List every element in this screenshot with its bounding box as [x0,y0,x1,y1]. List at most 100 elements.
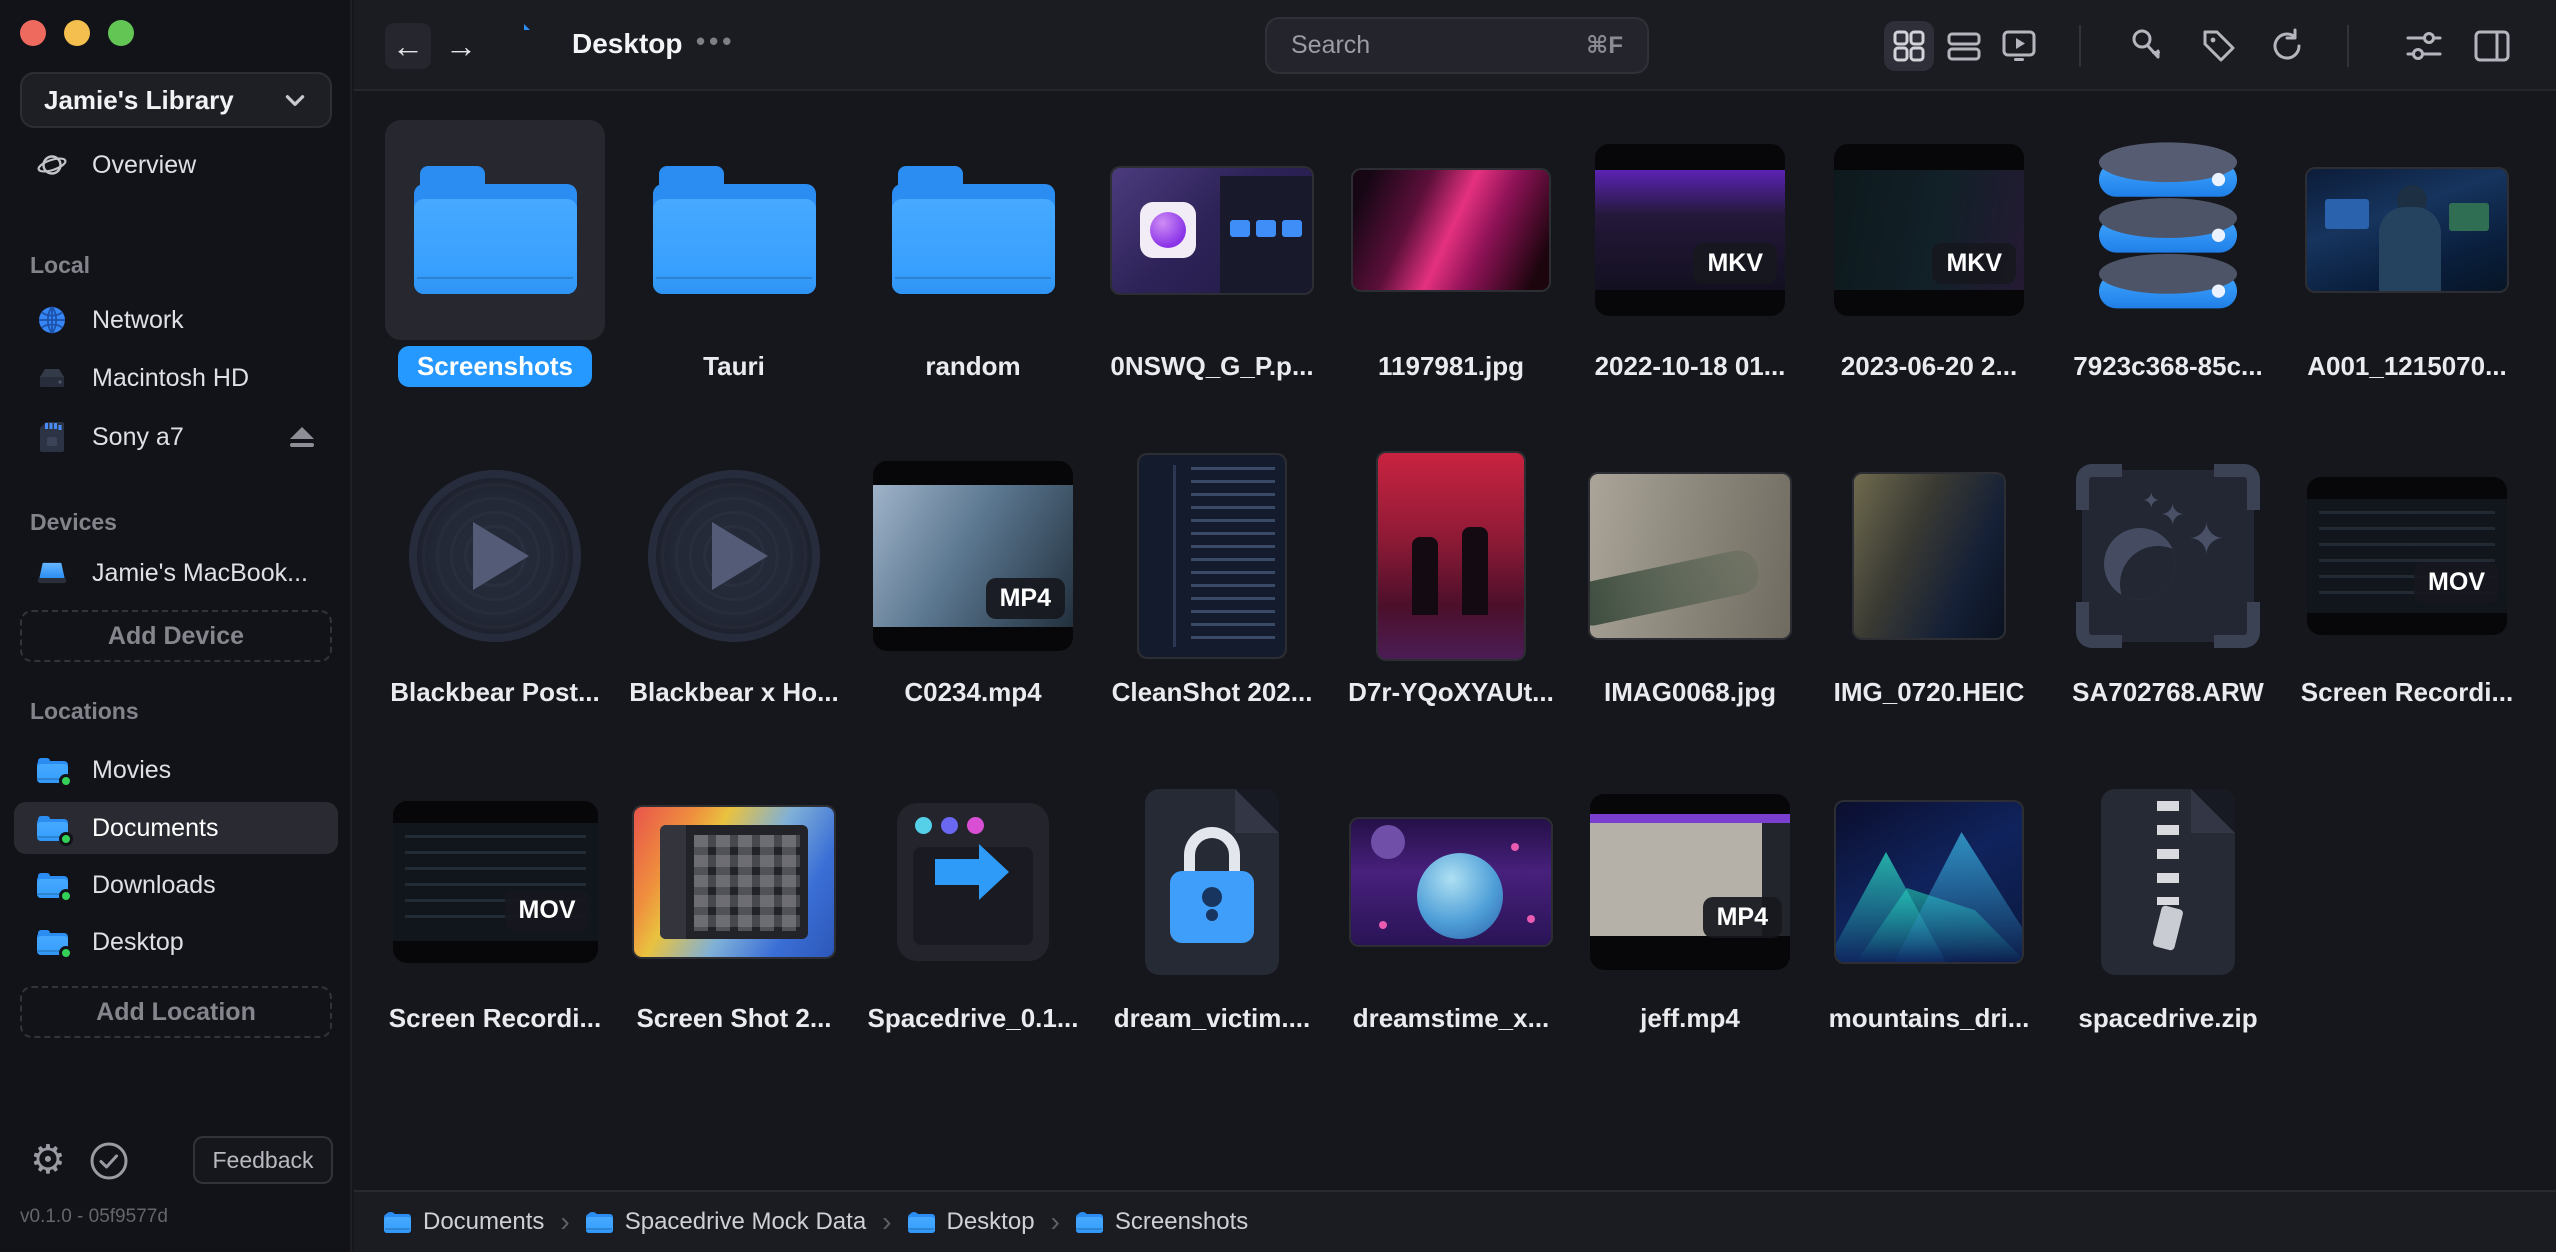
file-icon-area [1102,772,1322,992]
file-item[interactable]: MP4 jeff.mp4 [1580,772,1800,1038]
file-item[interactable]: Screenshots [385,120,605,386]
sidebar-item-macbook[interactable]: Jamie's MacBook... [14,547,338,599]
media-view-button[interactable] [1994,21,2044,71]
file-name: random [863,346,1083,386]
search-input[interactable]: Search ⌘F [1265,17,1649,74]
sidebar-item-desktop[interactable]: Desktop [14,916,338,968]
library-name: Jamie's Library [44,85,234,116]
image-thumbnail [1590,474,1790,638]
sidebar-item-macintosh-hd[interactable]: Macintosh HD [14,352,338,404]
audio-file-icon [648,470,820,642]
video-thumbnail: MOV [2307,477,2507,635]
file-item[interactable]: spacedrive.zip [2058,772,2278,1038]
video-thumbnail: MP4 [1590,794,1790,970]
file-name: SA702768.ARW [2058,672,2278,712]
add-device-button[interactable]: Add Device [20,610,332,662]
file-item[interactable]: MKV 2022-10-18 01... [1580,120,1800,386]
file-item[interactable]: mountains_dri... [1819,772,2039,1038]
file-item[interactable]: Blackbear x Ho... [624,446,844,712]
filetype-badge: MKV [1693,243,1777,284]
grid-view-button[interactable] [1884,21,1934,71]
planet-icon [36,150,68,180]
folder-icon [908,1212,935,1233]
file-name: 7923c368-85c... [2058,346,2278,386]
sidebar-item-documents[interactable]: Documents [14,802,338,854]
feedback-button[interactable]: Feedback [193,1136,333,1184]
inspector-toggle-button[interactable] [2467,21,2517,71]
sidebar-item-sony-a7[interactable]: Sony a7 [14,411,338,463]
file-name: jeff.mp4 [1580,998,1800,1038]
forward-button[interactable]: → [438,23,484,69]
zoom-button[interactable] [108,20,134,46]
file-item[interactable]: dream_victim.... [1102,772,1322,1038]
file-item[interactable]: IMAG0068.jpg [1580,446,1800,712]
library-switcher[interactable]: Jamie's Library [20,72,332,128]
sidebar-item-label: Network [92,306,184,335]
gear-icon[interactable]: ⚙ [30,1136,66,1184]
breadcrumb-item[interactable]: Spacedrive Mock Data [586,1208,866,1236]
file-item[interactable]: dreamstime_x... [1341,772,1561,1038]
image-thumbnail [1139,455,1285,657]
file-item[interactable]: MP4C0234.mp4 [863,446,1083,712]
filetype-badge: MKV [1932,243,2016,284]
file-item[interactable]: IMG_0720.HEIC [1819,446,2039,712]
filetype-badge: MOV [2414,562,2499,603]
file-item[interactable]: MKV2023-06-20 2... [1819,120,2039,386]
file-item[interactable]: Tauri [624,120,844,386]
file-icon-area [2058,772,2278,992]
file-item[interactable]: Spacedrive_0.1... [863,772,1083,1038]
more-options-icon[interactable]: ••• [696,26,735,57]
file-item[interactable]: MOV Screen Recordi... [385,772,605,1038]
list-view-button[interactable] [1939,21,1989,71]
reload-button[interactable] [2262,21,2312,71]
sidebar-item-movies[interactable]: Movies [14,744,338,796]
file-item[interactable]: 1197981.jpg [1341,120,1561,386]
close-button[interactable] [20,20,46,46]
breadcrumb-separator: › [560,1206,569,1238]
globe-icon [36,305,68,335]
minimize-button[interactable] [64,20,90,46]
file-item[interactable]: 7923c368-85c... [2058,120,2278,386]
breadcrumb-item[interactable]: Documents [384,1208,544,1236]
chevron-down-icon [282,87,308,113]
file-item[interactable]: ✦✦✦ SA702768.ARW [2058,446,2278,712]
sidebar-item-network[interactable]: Network [14,294,338,346]
breadcrumb-item[interactable]: Screenshots [1076,1208,1248,1236]
file-name: 0NSWQ_G_P.p... [1102,346,1322,386]
key-manager-button[interactable] [2122,21,2172,71]
eject-icon[interactable] [288,425,316,449]
file-name: Screen Recordi... [385,998,605,1038]
file-name: Blackbear Post... [385,672,605,712]
file-icon-area [1102,446,1322,666]
file-item[interactable]: random [863,120,1083,386]
sidebar-item-overview[interactable]: Overview [14,139,338,191]
tag-assign-button[interactable] [2194,21,2244,71]
sidebar-item-downloads[interactable]: Downloads [14,859,338,911]
file-item[interactable]: 0NSWQ_G_P.p... [1102,120,1322,386]
file-icon-area [624,772,844,992]
file-icon-area [624,120,844,340]
file-item[interactable]: CleanShot 202... [1102,446,1322,712]
file-item[interactable]: A001_1215070... [2297,120,2517,386]
installer-icon [897,803,1049,961]
file-name: 1197981.jpg [1341,346,1561,386]
file-item[interactable]: Blackbear Post... [385,446,605,712]
hard-drive-icon [36,365,68,391]
display-options-button[interactable] [2399,21,2449,71]
file-item[interactable]: MOV Screen Recordi... [2297,446,2517,712]
file-name: Screen Recordi... [2297,672,2517,712]
back-button[interactable]: ← [385,23,431,69]
file-icon-area: MOV [385,772,605,992]
app-window: Jamie's Library Overview Local Network M… [0,0,2556,1252]
file-item[interactable]: Screen Shot 2... [624,772,844,1038]
check-circle-icon[interactable] [88,1140,130,1182]
file-item[interactable]: D7r-YQoXYAUt... [1341,446,1561,712]
section-header-local: Local [30,252,90,279]
add-location-button[interactable]: Add Location [20,986,332,1038]
search-placeholder: Search [1291,31,1370,60]
laptop-icon [36,559,68,587]
file-name: 2022-10-18 01... [1580,346,1800,386]
raw-image-icon: ✦✦✦ [2082,470,2254,642]
filetype-badge: MOV [505,890,590,931]
breadcrumb-item[interactable]: Desktop [908,1208,1035,1236]
